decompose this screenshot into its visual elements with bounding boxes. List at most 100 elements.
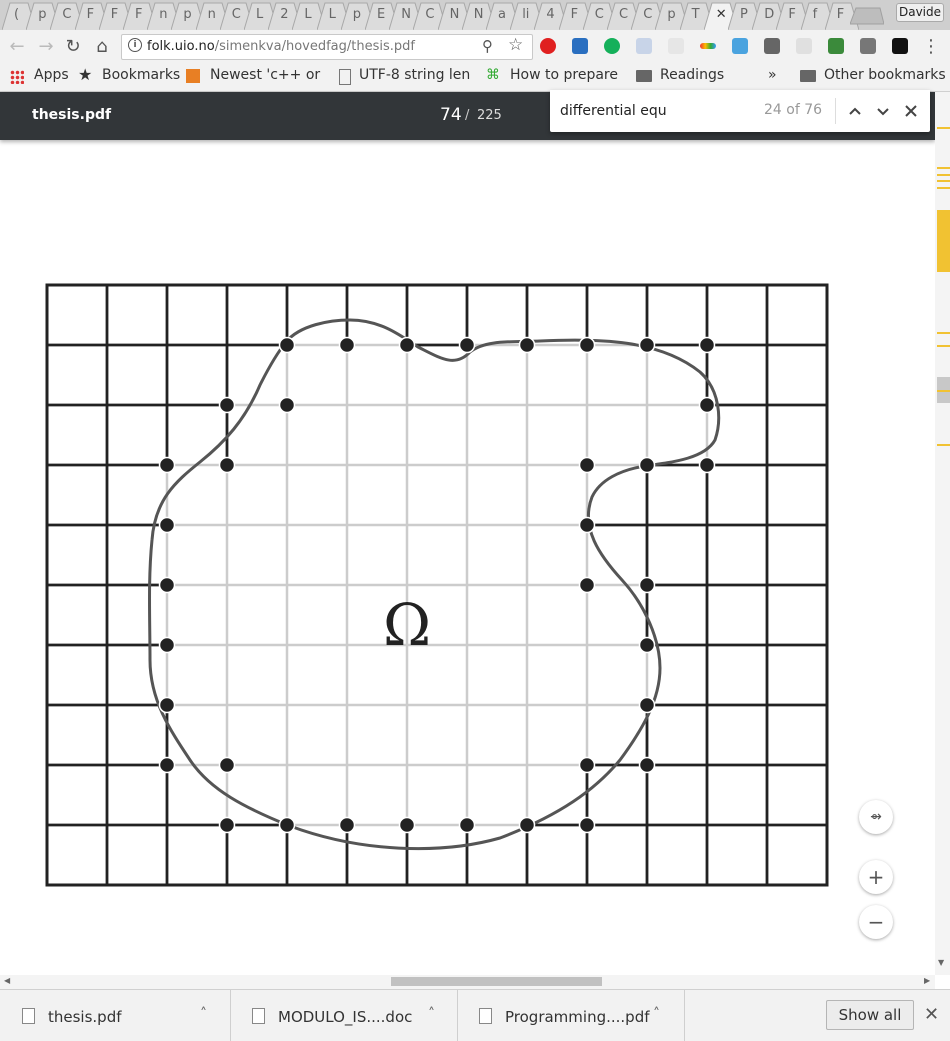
tab-title: F [570,7,579,22]
reload-icon[interactable]: ↻ [62,36,84,58]
extension-dark-icon[interactable] [892,38,908,54]
boundary-node [338,816,356,834]
horizontal-scroll-thumb[interactable] [391,977,602,986]
tab-title: ( [14,7,20,22]
boundary-node [518,816,536,834]
tab-title: C [425,7,435,22]
zoom-out-button[interactable]: − [859,905,893,939]
tab-title: C [231,7,241,22]
close-icon[interactable]: ✕ [924,1004,939,1025]
tab-title: p [667,7,676,22]
boundary-node [638,756,656,774]
address-bar[interactable]: i folk.uio.no/simenkva/hovedfag/thesis.p… [121,34,533,60]
boundary-node [458,816,476,834]
grammarly-icon[interactable] [604,38,620,54]
bookmark-overflow[interactable]: » [768,67,777,83]
tab-title: p [183,7,192,22]
boundary-node [638,456,656,474]
scroll-left-icon[interactable]: ◀ [4,976,10,985]
extension-icon[interactable] [572,38,588,54]
boundary-node [638,696,656,714]
download-item[interactable]: MODULO_IS....doc ˄ [230,990,458,1041]
menu-icon[interactable]: ⋮ [920,36,942,58]
home-icon[interactable]: ⌂ [91,36,113,58]
fit-page-icon[interactable]: ⇴ [859,800,893,834]
tab-title: F [788,7,796,22]
back-icon[interactable]: ← [6,36,28,58]
boundary-node [698,456,716,474]
scroll-right-icon[interactable]: ▶ [924,976,930,985]
info-icon[interactable]: i [128,38,142,52]
chevron-up-icon[interactable]: ˄ [653,1006,660,1022]
bookmark-item[interactable]: How to prepare f [510,67,622,83]
tab-strip: (p C F F Fn p n C L 2 L Lp E N C N Na li 4 F C C Cp T ✕ P D Ff F [0,0,950,30]
scroll-down-icon[interactable]: ▼ [938,958,944,967]
page-number-input[interactable]: 74 [440,105,462,125]
cast-icon[interactable] [828,38,844,54]
bookmark-star-icon[interactable]: ☆ [508,35,523,55]
close-icon [905,105,917,117]
tab-title: L [328,7,336,22]
boundary-node [638,336,656,354]
boundary-node [218,816,236,834]
zoom-icon[interactable]: ⚲ [482,37,493,55]
find-input[interactable] [560,101,750,121]
profile-button[interactable]: Davide [896,3,944,22]
tab-title: F [86,7,95,22]
find-match-count: 24 of 76 [764,102,823,118]
show-all-button[interactable]: Show all [826,1000,914,1030]
boundary-node [578,576,596,594]
bookmark-item[interactable]: Newest 'c++ or c [210,67,322,83]
close-tab-icon[interactable]: ✕ [716,7,727,22]
bookmark-apps[interactable]: Apps [34,67,69,83]
chevron-up-icon[interactable]: ˄ [428,1006,435,1022]
bookmark-item[interactable]: UTF-8 string leng [359,67,471,83]
folder-icon [636,70,652,82]
dropbox-icon[interactable] [636,38,652,54]
boundary-node [278,396,296,414]
download-item[interactable]: thesis.pdf ˄ [0,990,231,1041]
zoom-in-button[interactable]: + [859,860,893,894]
link-icon: ⌘ [486,67,500,83]
boundary-node [578,456,596,474]
apps-icon [10,70,24,84]
pocket-icon[interactable] [764,38,780,54]
download-filename: Programming....pdf [505,1008,650,1026]
horizontal-scrollbar[interactable]: ◀ ▶ [0,975,935,989]
bookmark-item[interactable]: Bookmarks [102,67,180,83]
tab-title: a [498,7,506,22]
download-item[interactable]: Programming....pdf ˄ [457,990,685,1041]
page-separator: / [465,108,470,123]
find-previous-button[interactable] [844,100,866,122]
bookmark-folder[interactable]: Readings [660,67,724,83]
folder-icon [800,70,816,82]
opera-extension-icon[interactable] [540,38,556,54]
find-divider [835,98,836,124]
tab-title: li [522,7,530,22]
tab-title: E [377,7,386,22]
find-next-button[interactable] [872,100,894,122]
tab-title: n [207,7,216,22]
forward-icon[interactable]: → [35,36,57,58]
tab-title: L [304,7,312,22]
extension-check-icon[interactable] [732,38,748,54]
shield-icon[interactable] [796,38,812,54]
stackoverflow-icon [186,69,200,83]
boundary-node [278,816,296,834]
vertical-scrollbar[interactable]: ▼ [935,92,950,975]
download-filename: thesis.pdf [48,1008,122,1026]
tab-title: F [836,7,845,22]
new-tab-button[interactable] [850,2,884,30]
tab-title: C [594,7,604,22]
boundary-node [158,456,176,474]
file-icon [22,1008,35,1024]
move-icon[interactable] [860,38,876,54]
tab-title: C [643,7,653,22]
tex-icon[interactable] [668,38,684,54]
chevron-up-icon [849,107,861,115]
find-close-button[interactable] [900,100,922,122]
chevron-up-icon[interactable]: ˄ [200,1006,207,1022]
rainbow-icon[interactable] [700,43,716,49]
boundary-node [218,396,236,414]
other-bookmarks[interactable]: Other bookmarks [824,67,946,83]
